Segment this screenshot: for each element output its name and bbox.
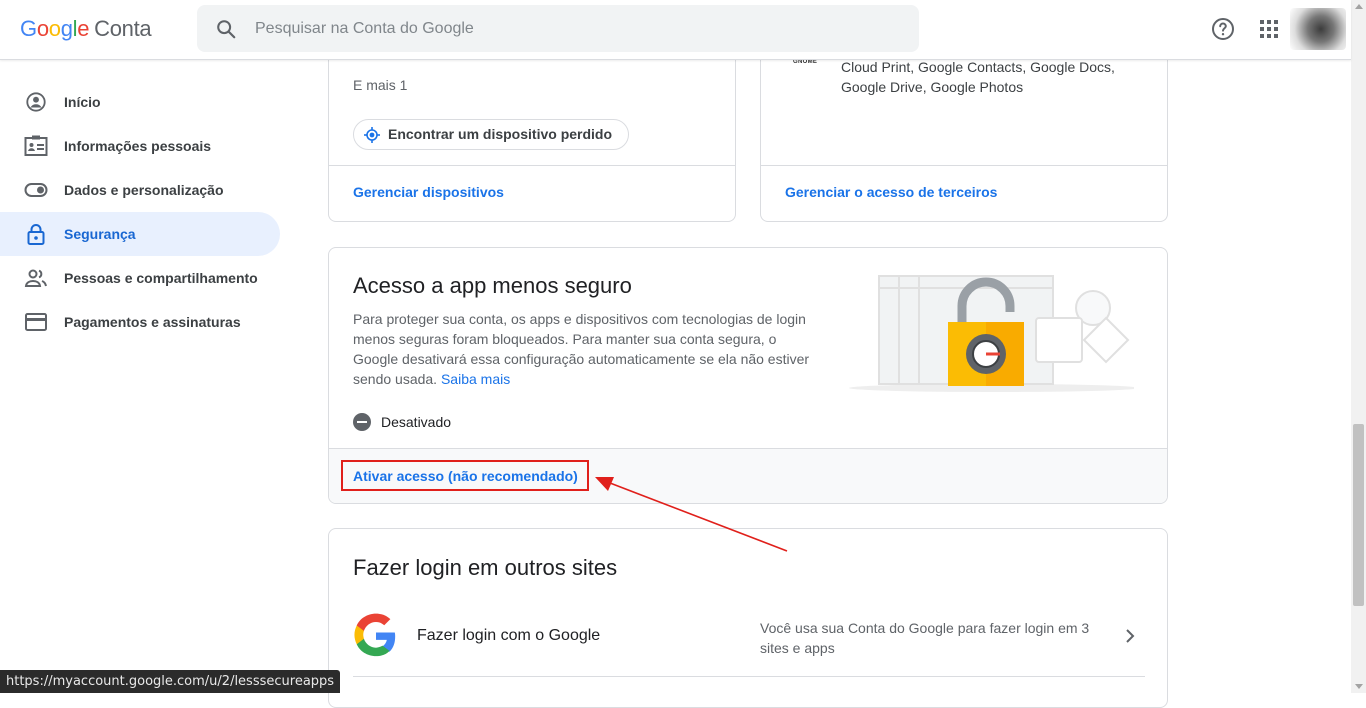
scroll-up-icon[interactable]: [1355, 4, 1363, 9]
people-icon: [24, 269, 47, 287]
scroll-down-icon[interactable]: [1355, 684, 1363, 689]
less-secure-apps-card: Acesso a app menos seguro Para proteger …: [328, 247, 1168, 504]
help-icon[interactable]: [1211, 17, 1235, 41]
apps-grid-icon[interactable]: [1258, 18, 1280, 40]
enable-access-link[interactable]: Ativar acesso (não recomendado): [353, 468, 578, 484]
person-circle-icon: [26, 92, 46, 112]
locate-icon: [364, 127, 380, 143]
find-device-button[interactable]: Encontrar um dispositivo perdido: [353, 119, 630, 150]
sidebar-item-seguranca[interactable]: Segurança: [0, 212, 280, 256]
sidebar-item-label: Pagamentos e assinaturas: [64, 314, 241, 330]
toggle-icon: [24, 183, 48, 197]
sidebar-item-label: Início: [64, 94, 101, 110]
find-device-label: Encontrar um dispositivo perdido: [388, 126, 613, 142]
devices-card: E mais 1 Encontrar um dispositivo perdid…: [328, 40, 736, 222]
manage-devices-link[interactable]: Gerenciar dispositivos: [353, 184, 504, 200]
browser-status-url: https://myaccount.google.com/u/2/lesssec…: [0, 670, 341, 693]
scrollbar[interactable]: [1351, 0, 1366, 693]
sidebar-item-pessoas-compartilhamento[interactable]: Pessoas e compartilhamento: [0, 256, 280, 300]
sidebar-item-pagamentos-assinaturas[interactable]: Pagamentos e assinaturas: [0, 300, 280, 344]
sidebar-item-dados-personalizacao[interactable]: Dados e personalização: [0, 168, 280, 212]
sidebar-item-label: Informações pessoais: [64, 138, 212, 154]
status-text: Desativado: [381, 414, 452, 430]
divider: [353, 676, 1145, 677]
google-account-logo[interactable]: Google Conta: [20, 16, 152, 42]
card-title: Fazer login em outros sites: [353, 555, 618, 580]
status-badge: Desativado: [353, 411, 451, 433]
login-other-sites-card: Fazer login em outros sites Fazer login …: [328, 528, 1168, 708]
row-description: Você usa sua Conta do Google para fazer …: [760, 620, 1090, 656]
sidebar-item-informacoes-pessoais[interactable]: Informações pessoais: [0, 124, 280, 168]
third-party-apps-text: Cloud Print, Google Contacts, Google Doc…: [841, 59, 1115, 95]
sidebar-nav: Início Informações pessoais Dados e pers…: [0, 80, 290, 344]
chevron-right-icon: [1126, 629, 1135, 643]
sign-in-with-google-row[interactable]: Fazer login com o Google Você usa sua Co…: [329, 606, 1167, 678]
third-party-card: GNOME Cloud Print, Google Contacts, Goog…: [760, 40, 1168, 222]
lock-icon: [27, 224, 45, 245]
minus-circle-icon: [353, 413, 371, 431]
scrollbar-thumb[interactable]: [1353, 424, 1364, 606]
search-input[interactable]: [255, 5, 855, 52]
search-icon[interactable]: [215, 18, 237, 40]
padlock-illustration: [849, 275, 1134, 392]
id-card-icon: [24, 135, 48, 156]
more-devices-text: E mais 1: [353, 77, 408, 93]
sidebar-item-label: Segurança: [64, 226, 136, 242]
google-g-icon: [354, 613, 396, 657]
card-title: Acesso a app menos seguro: [353, 273, 632, 298]
devices-card-footer: Gerenciar dispositivos: [329, 165, 735, 221]
credit-card-icon: [25, 313, 47, 331]
third-party-card-footer: Gerenciar o acesso de terceiros: [761, 165, 1167, 221]
search-box: [197, 5, 919, 52]
sidebar-item-label: Pessoas e compartilhamento: [64, 270, 258, 286]
top-header: Google Conta: [0, 0, 1351, 60]
sidebar-item-label: Dados e personalização: [64, 182, 224, 198]
learn-more-link[interactable]: Saiba mais: [441, 371, 510, 387]
card-description: Para proteger sua conta, os apps e dispo…: [353, 311, 810, 387]
row-title: Fazer login com o Google: [417, 627, 601, 644]
sidebar-item-inicio[interactable]: Início: [0, 80, 280, 124]
less-secure-card-footer: Ativar acesso (não recomendado): [329, 448, 1167, 503]
avatar[interactable]: [1290, 8, 1346, 50]
manage-third-party-link[interactable]: Gerenciar o acesso de terceiros: [785, 184, 997, 200]
